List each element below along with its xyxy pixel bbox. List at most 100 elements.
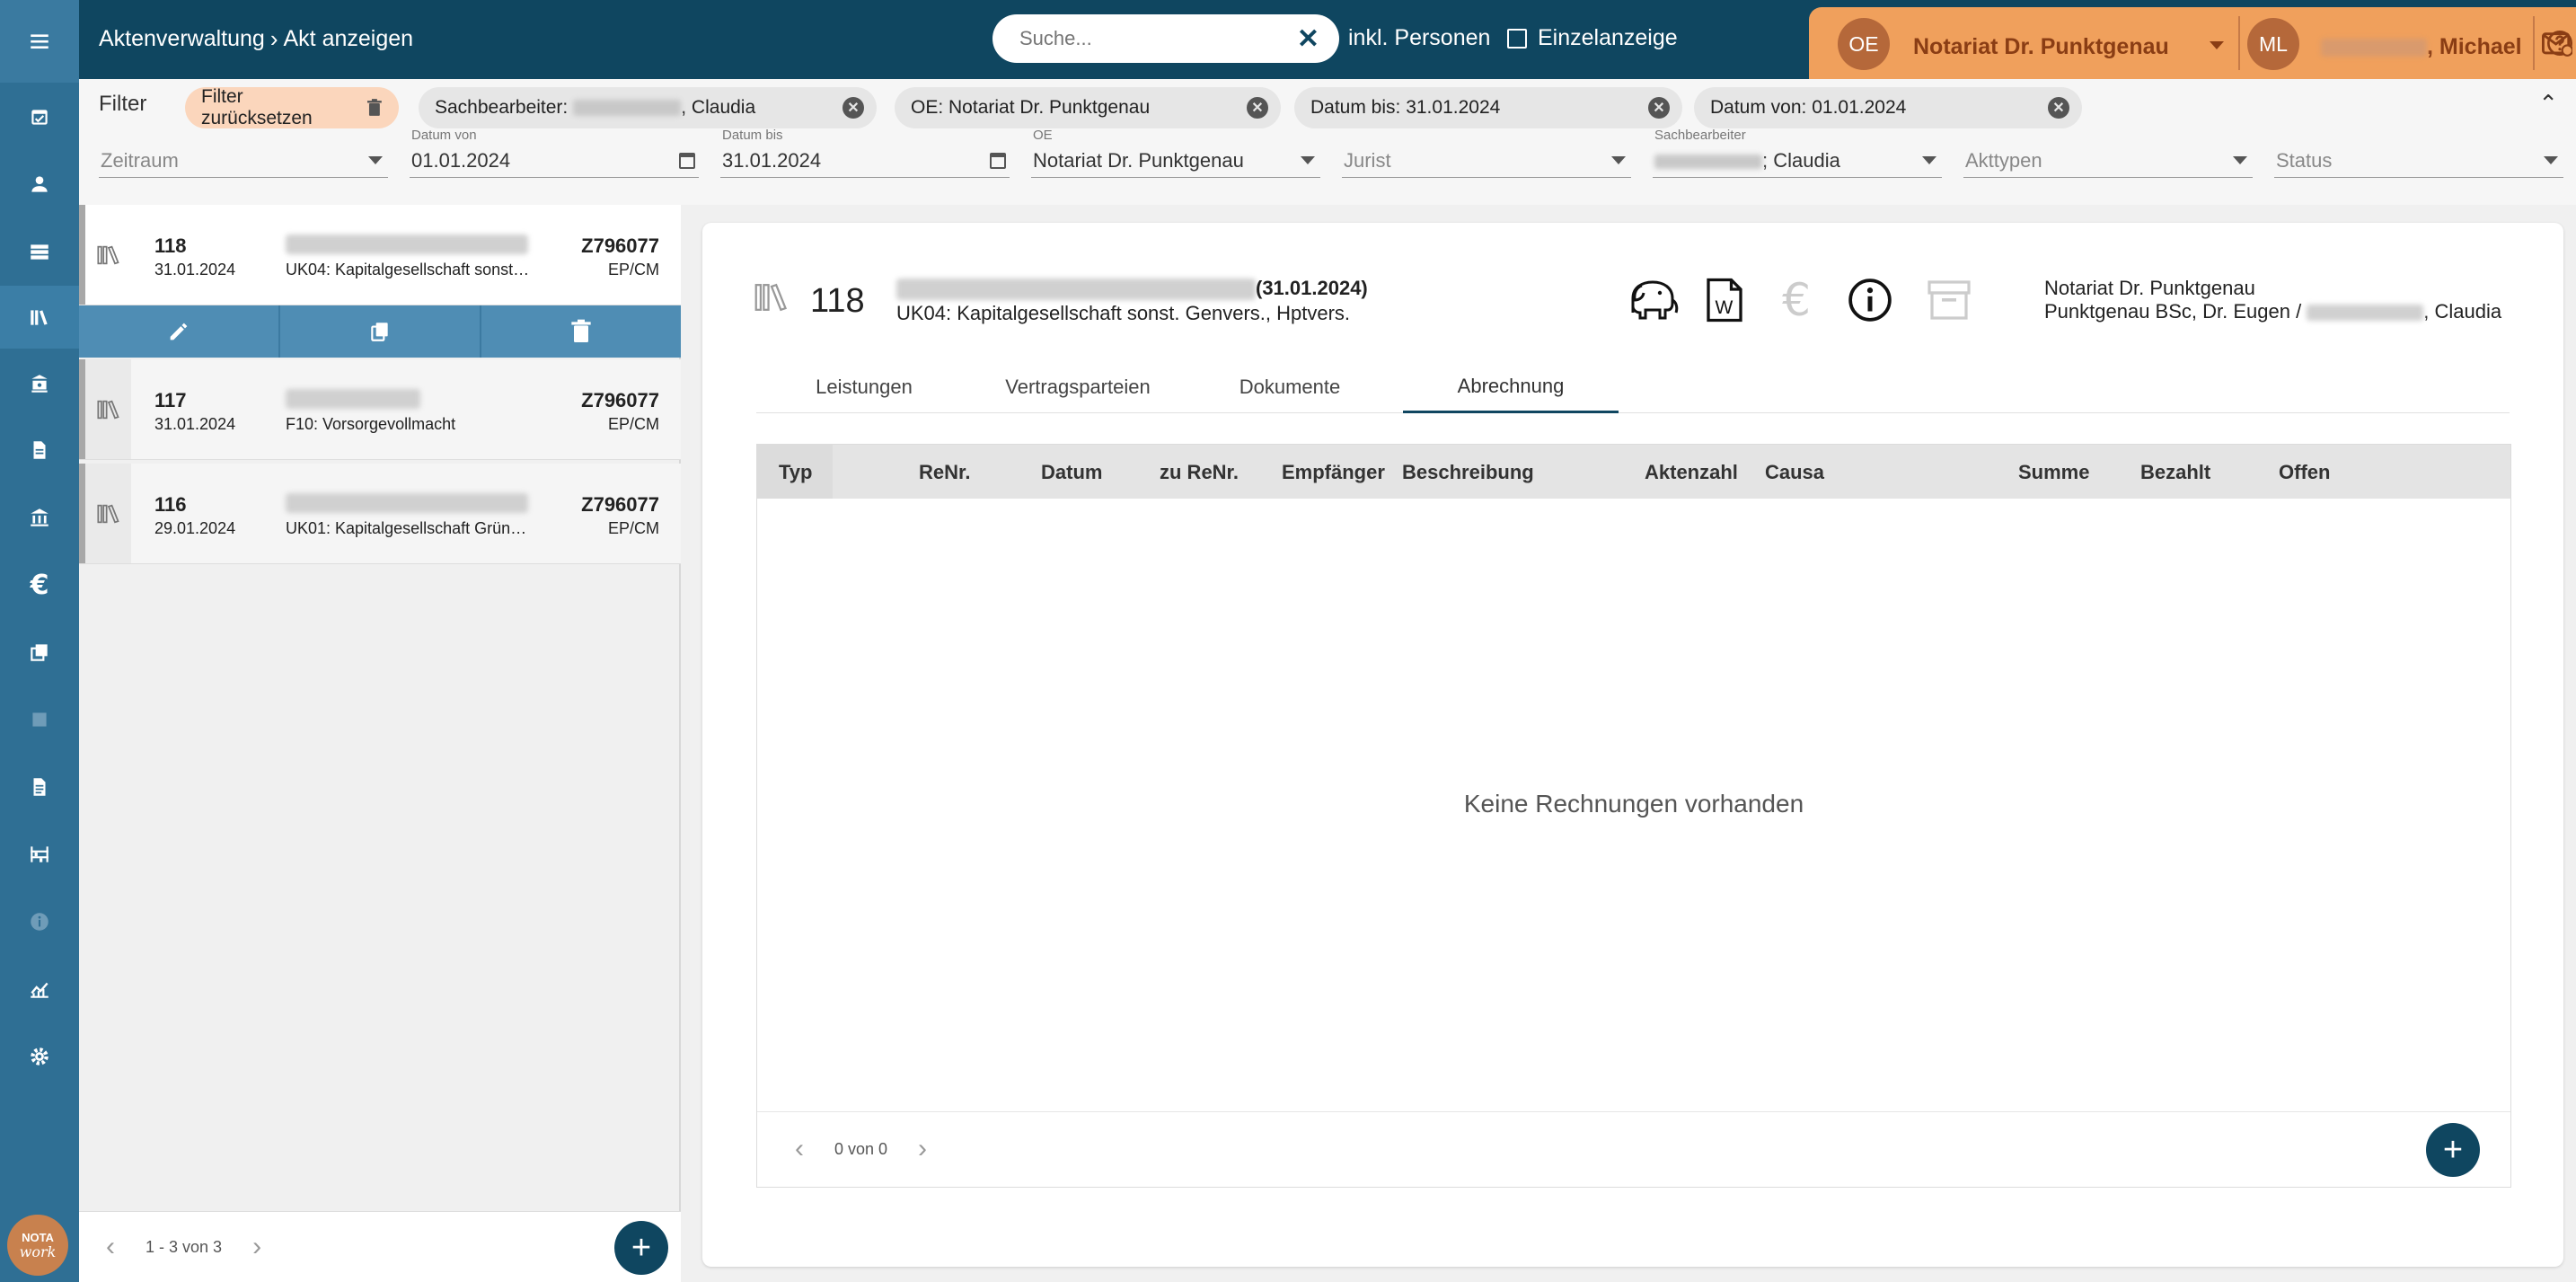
list-footer: ‹ 1 - 3 von 3 › + [79,1211,681,1282]
column-header-summe[interactable]: Summe [2018,461,2089,484]
delete-button[interactable] [481,305,681,358]
previous-page-icon[interactable]: ‹ [795,1134,804,1164]
list-item[interactable]: 116 29.01.2024 UK01: Kapitalgesellschaft… [79,464,681,564]
list-item[interactable]: 118 31.01.2024 UK04: Kapitalgesellschaft… [79,205,681,305]
column-header-typ[interactable]: Typ [779,461,812,484]
datum-von-field[interactable]: Datum von 01.01.2024 [410,126,699,178]
user-avatar[interactable]: ML [2247,18,2299,70]
euro-icon[interactable]: € [0,553,79,616]
collapse-filter-icon[interactable]: ⌃ [2538,90,2558,118]
column-header-renr[interactable]: ReNr. [919,461,970,484]
field-value: ; Claudia [1654,149,1840,172]
previous-page-icon[interactable]: ‹ [106,1232,115,1262]
tab-vertragsparteien[interactable]: Vertragsparteien [972,361,1184,413]
add-akt-button[interactable]: + [614,1221,668,1275]
remove-chip-icon[interactable]: ✕ [2048,97,2069,119]
zeitraum-select[interactable]: Zeitraum [99,126,388,178]
calendar-picker-icon[interactable] [679,153,695,169]
books-icon[interactable] [0,286,79,349]
akt-number: 118 [154,234,187,257]
akt-number: 117 [154,389,187,411]
sachbearbeiter-select[interactable]: Sachbearbeiter ; Claudia [1653,126,1942,178]
next-page-icon[interactable]: › [918,1134,927,1164]
detail-akt-number: 118 [810,282,865,320]
copy-button[interactable] [280,305,481,358]
column-header-bezahlt[interactable]: Bezahlt [2140,461,2210,484]
tab-leistungen[interactable]: Leistungen [756,361,972,413]
divider [2238,16,2240,70]
column-header-beschreibung[interactable]: Beschreibung [1402,461,1534,484]
statistics-icon[interactable] [0,958,79,1021]
column-header-causa[interactable]: Causa [1765,461,1824,484]
list-view-icon[interactable] [0,220,79,283]
user-name[interactable]: , Michael [2321,34,2522,60]
shelf-icon[interactable] [0,823,79,886]
detail-org-line2-prefix: Punktgenau BSc, Dr. Eugen / [2044,300,2307,323]
safe-icon[interactable] [0,352,79,415]
remove-chip-icon[interactable]: ✕ [842,97,864,119]
tab-dokumente[interactable]: Dokumente [1184,361,1396,413]
oe-chip[interactable]: OE: Notariat Dr. Punktgenau ✕ [895,87,1281,128]
blurred-name [573,100,682,116]
next-page-icon[interactable]: › [252,1232,261,1262]
logo-text-bottom: work [19,1243,57,1260]
add-invoice-button[interactable]: + [2426,1123,2480,1177]
remove-chip-icon[interactable]: ✕ [1247,97,1268,119]
mail-icon[interactable] [2542,31,2574,62]
tab-abrechnung[interactable]: Abrechnung [1403,361,1619,413]
person-icon[interactable] [0,153,79,216]
navigation-rail: € NOTA work [0,0,79,1282]
single-view-checkbox[interactable]: Einzelanzeige [1507,25,1678,51]
include-persons-checkbox[interactable]: inkl. Personen [1318,25,1490,51]
info-icon[interactable] [0,890,79,953]
books-icon [79,359,131,459]
list-item[interactable]: 117 31.01.2024 F10: Vorsorgevollmacht Z7… [79,359,681,460]
document-icon[interactable] [0,419,79,482]
status-select[interactable]: Status [2274,126,2563,178]
trash-icon [367,99,383,116]
column-header-aktenzahl[interactable]: Aktenzahl [1645,461,1738,484]
datum-bis-field[interactable]: Datum bis 31.01.2024 [720,126,1010,178]
divider [2533,16,2535,70]
column-header-zu-renr[interactable]: zu ReNr. [1160,461,1239,484]
trash-icon [571,319,591,342]
akttypen-select[interactable]: Akttypen [1963,126,2253,178]
bank-icon[interactable] [0,486,79,549]
checkbox-icon[interactable] [1507,28,1527,49]
akt-list-panel: 118 31.01.2024 UK04: Kapitalgesellschaft… [79,205,681,1282]
settings-gear-icon[interactable] [0,1025,79,1088]
notawork-logo[interactable]: NOTA work [7,1215,68,1276]
org-name[interactable]: Notariat Dr. Punktgenau [1913,34,2169,60]
org-dropdown-icon[interactable] [2210,41,2224,49]
file-text-icon[interactable] [0,756,79,818]
square-icon[interactable] [0,688,79,751]
datum-von-chip[interactable]: Datum von: 01.01.2024 ✕ [1694,87,2082,128]
books-icon [79,464,131,563]
jurist-select[interactable]: Jurist [1342,126,1631,178]
detail-subtitle: UK04: Kapitalgesellschaft sonst. Genvers… [896,302,1351,324]
elephant-icon[interactable] [1624,273,1681,327]
datum-bis-chip[interactable]: Datum bis: 31.01.2024 ✕ [1294,87,1682,128]
calendar-picker-icon[interactable] [990,153,1006,169]
org-avatar[interactable]: OE [1838,18,1890,70]
reset-filter-chip[interactable]: Filter zurücksetzen [185,86,399,128]
search-input[interactable] [1019,27,1297,50]
menu-icon[interactable] [0,0,79,83]
books-icon [79,205,131,305]
svg-text:W: W [1716,297,1734,318]
column-header-datum[interactable]: Datum [1041,461,1102,484]
edit-button[interactable] [79,305,280,358]
column-header-offen[interactable]: Offen [2279,461,2330,484]
checkbox-icon[interactable] [1318,28,1337,49]
remove-chip-icon[interactable]: ✕ [1648,97,1670,119]
word-document-icon[interactable]: W [1696,273,1753,327]
oe-select[interactable]: OE Notariat Dr. Punktgenau [1031,126,1320,178]
info-circle-icon[interactable] [1841,273,1899,327]
column-header-empfaenger[interactable]: Empfänger [1282,461,1385,484]
clear-search-icon[interactable]: ✕ [1297,23,1319,55]
breadcrumb-root[interactable]: Aktenverwaltung [99,26,265,52]
sachbearbeiter-chip[interactable]: Sachbearbeiter: , Claudia ✕ [419,87,877,128]
calendar-icon[interactable] [0,85,79,148]
copy-stack-icon[interactable] [0,621,79,684]
pencil-icon [170,323,188,340]
